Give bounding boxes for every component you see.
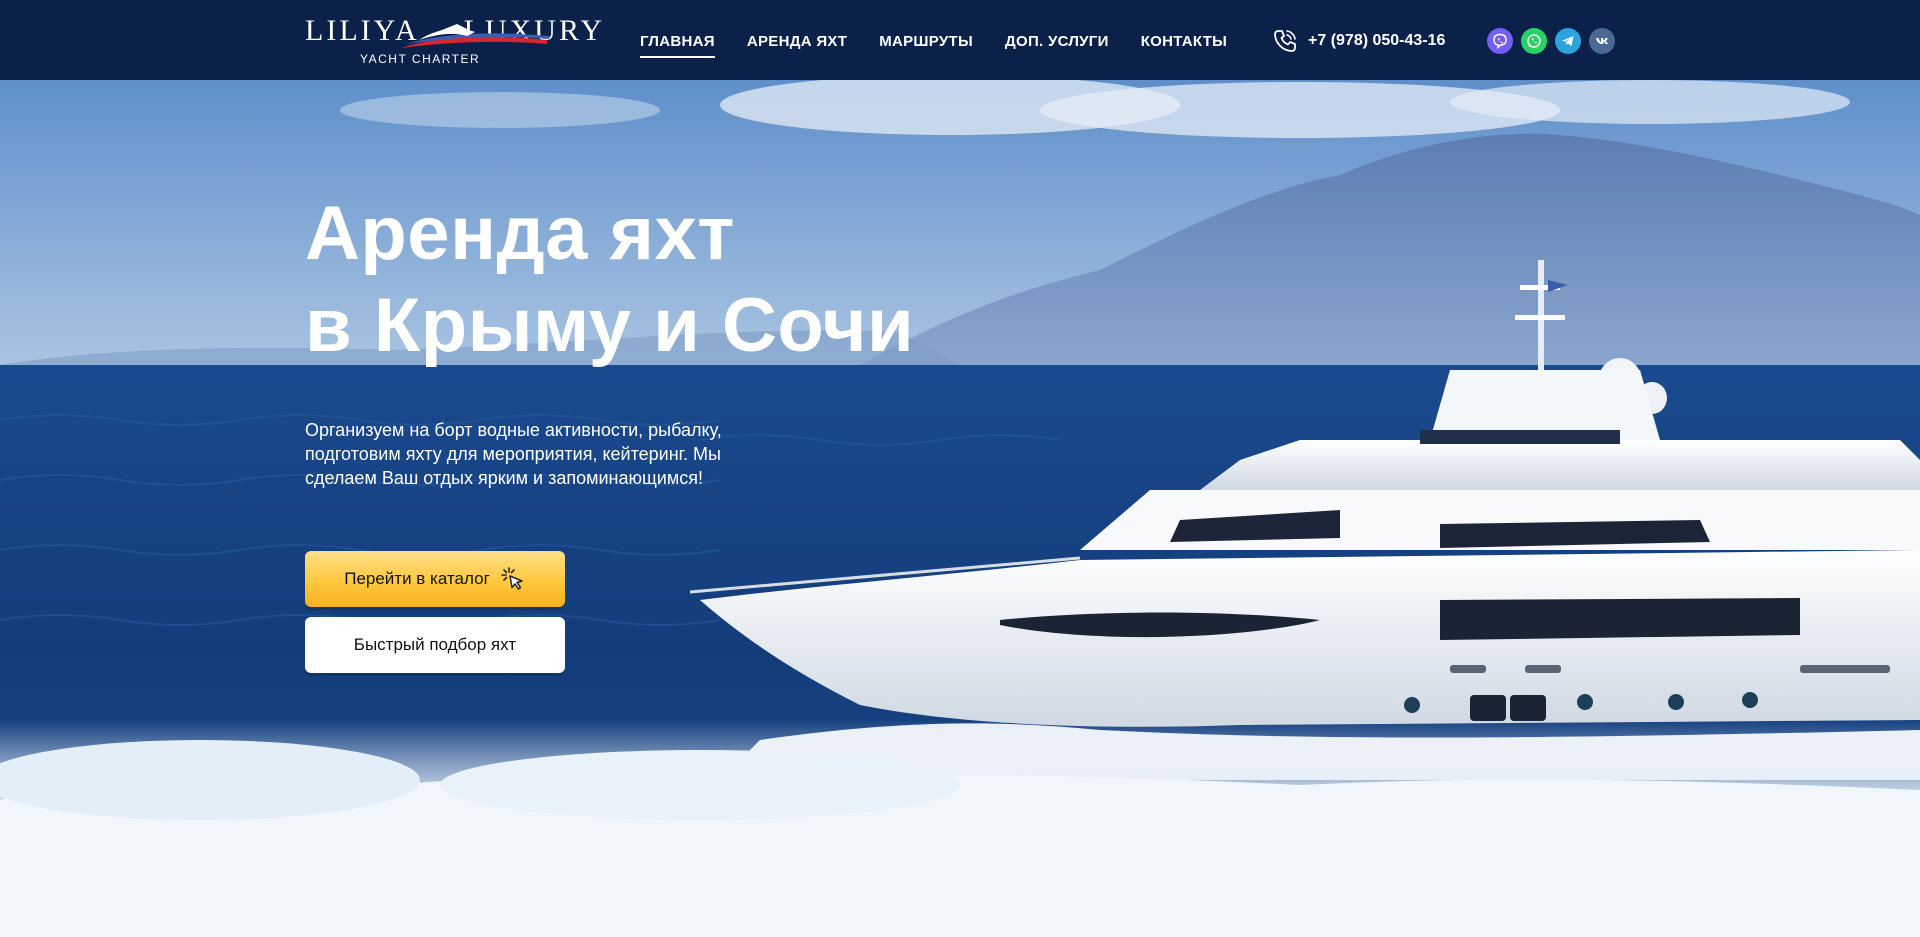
nav-item-extra-services[interactable]: ДОП. УСЛУГИ [1005, 33, 1109, 50]
hero-background-image [0, 80, 1920, 937]
logo[interactable]: LILIYA LUXURY YACHT CHARTER [305, 12, 602, 68]
vk-icon[interactable] [1589, 28, 1615, 54]
hero-title-line-1: Аренда яхт [305, 191, 735, 276]
logo-subtitle: YACHT CHARTER [360, 52, 481, 66]
phone-icon [1274, 30, 1296, 52]
catalog-button-label: Перейти в каталог [344, 569, 490, 588]
phone-number: +7 (978) 050-43-16 [1308, 32, 1446, 49]
hero-title-line-2: в Крыму и Сочи [305, 283, 915, 368]
hero-title: Аренда яхт в Крыму и Сочи [305, 188, 914, 372]
page: LILIYA LUXURY YACHT CHARTER ГЛАВНАЯ АРЕНД… [0, 0, 1920, 937]
nav-item-routes[interactable]: МАРШРУТЫ [879, 33, 973, 50]
hero-description: Организуем на борт водные активности, ры… [305, 420, 722, 488]
go-to-catalog-button[interactable]: Перейти в каталог [305, 551, 565, 607]
nav-item-yacht-rental[interactable]: АРЕНДА ЯХТ [747, 33, 847, 50]
phone-link[interactable]: +7 (978) 050-43-16 [1272, 28, 1445, 54]
telegram-icon[interactable] [1555, 28, 1581, 54]
nav-item-contacts[interactable]: КОНТАКТЫ [1141, 33, 1227, 50]
whatsapp-icon[interactable] [1521, 28, 1547, 54]
social-links [1487, 28, 1615, 54]
nav-item-home[interactable]: ГЛАВНАЯ [640, 33, 715, 58]
hero-section: Аренда яхт в Крыму и Сочи Организуем на … [0, 80, 1920, 937]
quick-yacht-pick-button[interactable]: Быстрый подбор яхт [305, 617, 565, 673]
viber-icon[interactable] [1487, 28, 1513, 54]
cursor-click-icon [500, 567, 523, 590]
quick-pick-button-label: Быстрый подбор яхт [353, 635, 517, 654]
main-nav: ГЛАВНАЯ АРЕНДА ЯХТ МАРШРУТЫ ДОП. УСЛУГИ … [640, 33, 1259, 58]
site-header: LILIYA LUXURY YACHT CHARTER ГЛАВНАЯ АРЕНД… [0, 0, 1920, 80]
